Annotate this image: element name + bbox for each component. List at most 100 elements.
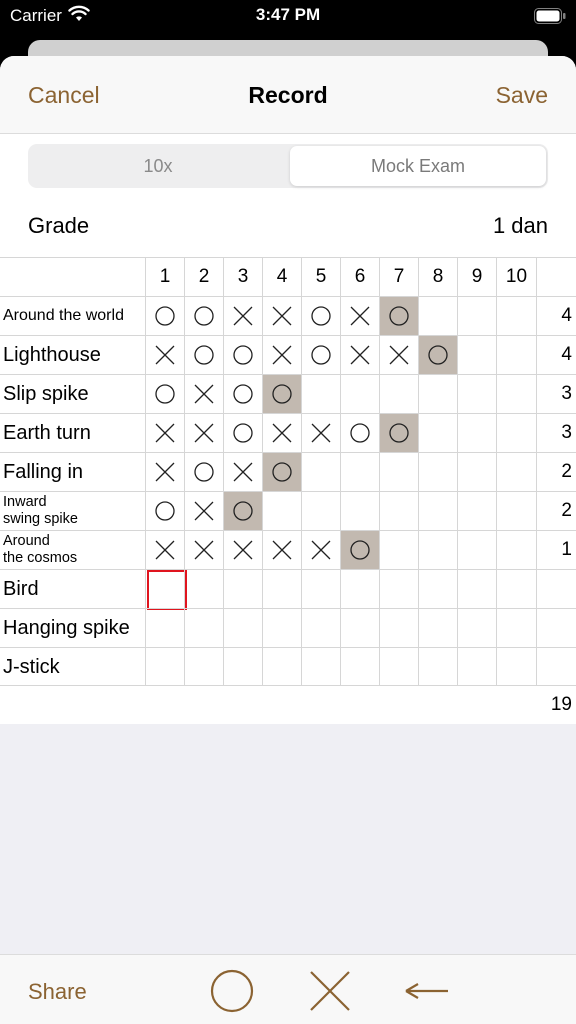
- grid-cell[interactable]: [301, 531, 340, 569]
- grid-cell[interactable]: [418, 414, 457, 452]
- grid-cell[interactable]: [301, 375, 340, 413]
- grid-cell[interactable]: [223, 570, 262, 608]
- grid-cell[interactable]: [457, 492, 496, 530]
- grid-cell[interactable]: [301, 648, 340, 686]
- segment-10x[interactable]: 10x: [30, 146, 286, 186]
- share-button[interactable]: Share: [28, 979, 87, 1005]
- grid-cell[interactable]: [340, 531, 379, 569]
- grid-cell[interactable]: [418, 492, 457, 530]
- grid-cell[interactable]: [379, 492, 418, 530]
- grid-cell[interactable]: [184, 453, 223, 491]
- grid-cell[interactable]: [379, 336, 418, 374]
- grid-cell[interactable]: [418, 453, 457, 491]
- grid-cell[interactable]: [418, 570, 457, 608]
- grid-cell[interactable]: [379, 414, 418, 452]
- grid-cell[interactable]: [379, 375, 418, 413]
- grid-cell[interactable]: [262, 375, 301, 413]
- grid-cell[interactable]: [262, 648, 301, 686]
- grid-cell[interactable]: [496, 531, 536, 569]
- grid-cell[interactable]: [340, 336, 379, 374]
- grid-cell[interactable]: [496, 375, 536, 413]
- grid-cell[interactable]: [340, 297, 379, 335]
- grid-cell[interactable]: [145, 609, 184, 647]
- grid-cell[interactable]: [457, 297, 496, 335]
- grid-cell[interactable]: [301, 609, 340, 647]
- grid-cell[interactable]: [457, 414, 496, 452]
- grid-cell[interactable]: [379, 570, 418, 608]
- grid-cell[interactable]: [418, 336, 457, 374]
- grid-cell[interactable]: [457, 609, 496, 647]
- grid-cell[interactable]: [223, 648, 262, 686]
- grid-cell[interactable]: [145, 297, 184, 335]
- segment-mock-exam[interactable]: Mock Exam: [290, 146, 546, 186]
- grid-cell[interactable]: [340, 375, 379, 413]
- grid-cell[interactable]: [496, 492, 536, 530]
- grid-cell[interactable]: [223, 375, 262, 413]
- grid-cell[interactable]: [184, 414, 223, 452]
- grid-cell[interactable]: [340, 609, 379, 647]
- grid-cell[interactable]: [223, 336, 262, 374]
- back-arrow-icon[interactable]: [404, 969, 450, 1013]
- grid-cell[interactable]: [496, 336, 536, 374]
- grid-cell[interactable]: [418, 531, 457, 569]
- cross-icon[interactable]: [308, 969, 352, 1013]
- grid-cell[interactable]: [145, 570, 187, 610]
- grid-cell[interactable]: [262, 570, 301, 608]
- grid-cell[interactable]: [223, 414, 262, 452]
- grid-cell[interactable]: [145, 453, 184, 491]
- grid-cell[interactable]: [223, 297, 262, 335]
- grid-cell[interactable]: [340, 453, 379, 491]
- grid-cell[interactable]: [418, 609, 457, 647]
- grid-cell[interactable]: [184, 531, 223, 569]
- grid-cell[interactable]: [301, 414, 340, 452]
- grid-cell[interactable]: [184, 375, 223, 413]
- grid-cell[interactable]: [262, 414, 301, 452]
- grid-cell[interactable]: [379, 297, 418, 335]
- grid-cell[interactable]: [418, 297, 457, 335]
- grid-cell[interactable]: [340, 570, 379, 608]
- grid-cell[interactable]: [457, 336, 496, 374]
- grid-cell[interactable]: [457, 570, 496, 608]
- grid-cell[interactable]: [496, 570, 536, 608]
- grid-cell[interactable]: [145, 375, 184, 413]
- grid-cell[interactable]: [379, 531, 418, 569]
- grid-cell[interactable]: [301, 297, 340, 335]
- grid-cell[interactable]: [340, 648, 379, 686]
- grid-cell[interactable]: [379, 648, 418, 686]
- grid-cell[interactable]: [223, 453, 262, 491]
- grid-cell[interactable]: [184, 570, 223, 608]
- grid-cell[interactable]: [496, 414, 536, 452]
- grid-cell[interactable]: [301, 492, 340, 530]
- grid-cell[interactable]: [145, 336, 184, 374]
- grid-cell[interactable]: [145, 414, 184, 452]
- grid-cell[interactable]: [223, 531, 262, 569]
- grid-cell[interactable]: [223, 492, 262, 530]
- grid-cell[interactable]: [457, 648, 496, 686]
- grid-cell[interactable]: [301, 570, 340, 608]
- circle-icon[interactable]: [210, 969, 254, 1013]
- grid-cell[interactable]: [262, 297, 301, 335]
- grid-cell[interactable]: [379, 609, 418, 647]
- grid-cell[interactable]: [262, 453, 301, 491]
- grid-cell[interactable]: [457, 375, 496, 413]
- grid-cell[interactable]: [262, 492, 301, 530]
- grid-cell[interactable]: [184, 297, 223, 335]
- grid-cell[interactable]: [262, 531, 301, 569]
- save-button[interactable]: Save: [496, 82, 548, 109]
- grid-cell[interactable]: [496, 297, 536, 335]
- grid-cell[interactable]: [457, 531, 496, 569]
- grid-cell[interactable]: [184, 648, 223, 686]
- grid-cell[interactable]: [223, 609, 262, 647]
- grade-row[interactable]: Grade 1 dan: [0, 201, 576, 251]
- grid-cell[interactable]: [496, 609, 536, 647]
- grid-cell[interactable]: [496, 453, 536, 491]
- grid-cell[interactable]: [184, 609, 223, 647]
- grid-cell[interactable]: [184, 492, 223, 530]
- grid-cell[interactable]: [145, 648, 184, 686]
- grid-cell[interactable]: [145, 531, 184, 569]
- grid-cell[interactable]: [340, 492, 379, 530]
- grid-cell[interactable]: [301, 453, 340, 491]
- grid-cell[interactable]: [262, 609, 301, 647]
- grid-cell[interactable]: [418, 648, 457, 686]
- grid-cell[interactable]: [457, 453, 496, 491]
